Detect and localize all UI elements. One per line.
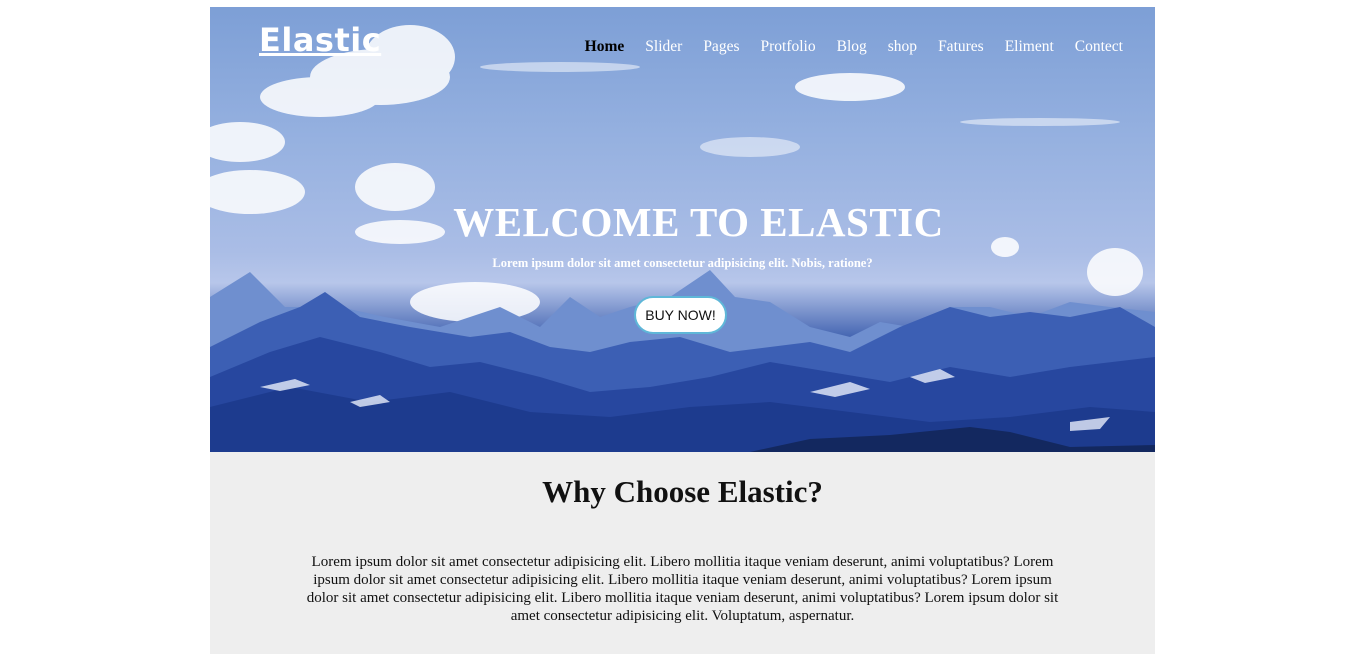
buy-now-button[interactable]: BUY NOW! bbox=[634, 296, 727, 334]
section-paragraph: Lorem ipsum dolor sit amet consectetur a… bbox=[306, 554, 1059, 624]
page: Elastic Home Slider Pages Protfolio Blog… bbox=[210, 7, 1155, 654]
nav-item-protfolio[interactable]: Protfolio bbox=[760, 38, 815, 56]
hero-title: WELCOME TO ELASTIC bbox=[453, 199, 944, 245]
nav-item-blog[interactable]: Blog bbox=[837, 38, 867, 56]
nav-item-pages[interactable]: Pages bbox=[703, 38, 739, 56]
nav-item-fatures[interactable]: Fatures bbox=[938, 38, 984, 56]
hero-banner: Elastic Home Slider Pages Protfolio Blog… bbox=[210, 7, 1155, 452]
nav-item-eliment[interactable]: Eliment bbox=[1005, 38, 1054, 56]
nav-item-contect[interactable]: Contect bbox=[1075, 38, 1123, 56]
logo[interactable]: Elastic bbox=[259, 21, 381, 59]
nav-item-shop[interactable]: shop bbox=[888, 38, 917, 56]
why-choose-section: Why Choose Elastic? Lorem ipsum dolor si… bbox=[210, 452, 1155, 654]
section-heading: Why Choose Elastic? bbox=[542, 474, 823, 509]
main-nav: Home Slider Pages Protfolio Blog shop Fa… bbox=[585, 38, 1123, 56]
nav-item-slider[interactable]: Slider bbox=[645, 38, 682, 56]
hero-subtitle: Lorem ipsum dolor sit amet consectetur a… bbox=[492, 256, 873, 270]
nav-item-home[interactable]: Home bbox=[585, 38, 625, 56]
